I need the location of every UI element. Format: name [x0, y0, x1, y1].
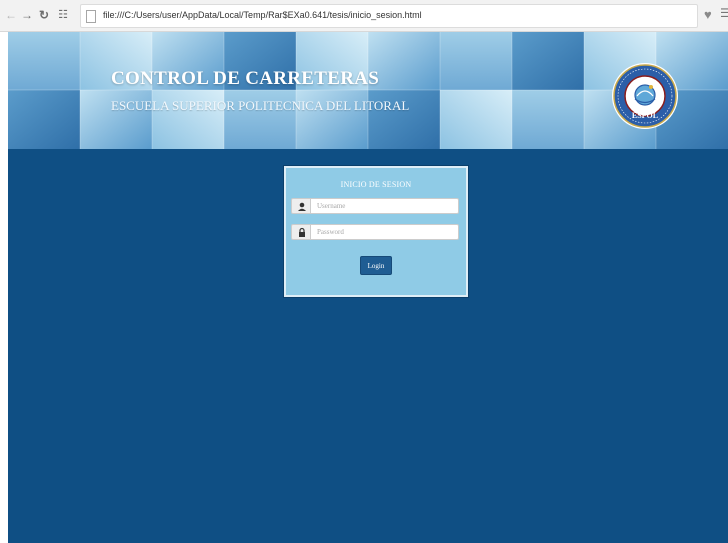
logo-text: ESPOL — [632, 111, 658, 120]
back-arrow-icon[interactable]: ← — [4, 8, 18, 22]
page-subtitle: ESCUELA SUPERIOR POLITECNICA DEL LITORAL — [111, 98, 410, 113]
password-field — [291, 224, 459, 240]
browser-toolbar: ← → ↻ ☷ file:///C:/Users/user/AppData/Lo… — [0, 0, 728, 32]
address-bar[interactable]: file:///C:/Users/user/AppData/Local/Temp… — [80, 4, 698, 28]
forward-arrow-icon[interactable]: → — [20, 8, 34, 22]
page-title: CONTROL DE CARRETERAS — [111, 68, 380, 89]
espol-logo: ESPOL — [612, 63, 678, 129]
username-input[interactable] — [310, 198, 459, 214]
page-icon — [86, 10, 96, 23]
heart-icon[interactable]: ♥ — [704, 7, 712, 22]
lock-addon — [291, 224, 311, 240]
apps-icon[interactable]: ☷ — [56, 8, 70, 22]
user-addon — [291, 198, 311, 214]
user-icon — [298, 202, 306, 211]
login-title: INICIO DE SESION — [340, 180, 412, 189]
menu-icon[interactable]: ☰ — [720, 6, 728, 22]
address-text[interactable]: file:///C:/Users/user/AppData/Local/Temp… — [103, 10, 422, 20]
reload-icon[interactable]: ↻ — [37, 8, 51, 22]
lock-icon — [299, 227, 305, 237]
login-button[interactable]: Login — [360, 256, 392, 275]
password-input[interactable] — [310, 224, 459, 240]
page-viewport: CONTROL DE CARRETERAS ESCUELA SUPERIOR P… — [8, 32, 728, 543]
login-panel: INICIO DE SESION Login — [284, 166, 468, 297]
header-banner: CONTROL DE CARRETERAS ESCUELA SUPERIOR P… — [8, 32, 728, 149]
username-field — [291, 198, 459, 214]
